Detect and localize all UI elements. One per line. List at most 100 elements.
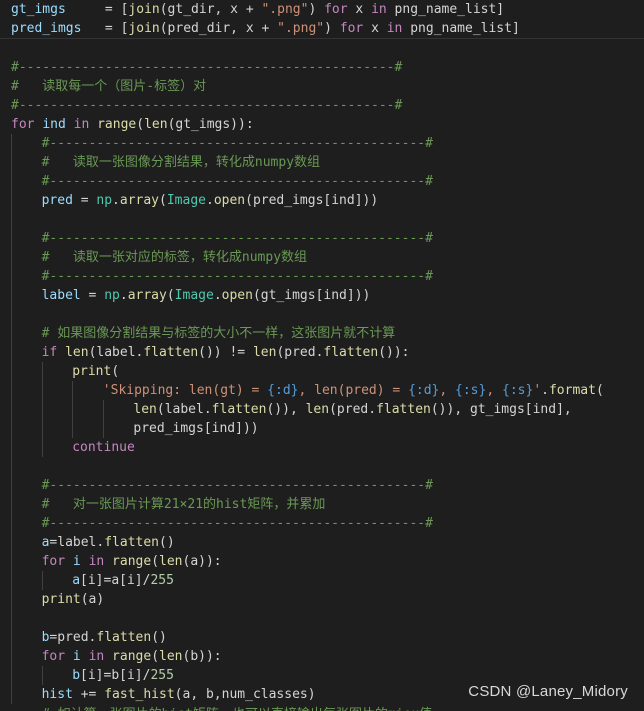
indent-guide: [11, 533, 12, 552]
code-token: print: [41, 592, 81, 607]
code-token: ()) !=: [198, 345, 253, 360]
code-line[interactable]: gt_imgs = [join(gt_dir, x + ".png") for …: [0, 0, 644, 19]
code-token: (a, b,num_classes): [174, 687, 316, 702]
code-line[interactable]: [0, 609, 644, 628]
code-token: .: [119, 288, 128, 303]
code-line[interactable]: for i in range(len(a)):: [0, 552, 644, 571]
code-line[interactable]: 'Skipping: len(gt) = {:d}, len(pred) = {…: [0, 381, 644, 400]
code-line[interactable]: #---------------------------------------…: [0, 267, 644, 286]
code-token: ind: [42, 117, 66, 132]
indent-guide: [11, 210, 12, 229]
code-line[interactable]: [0, 210, 644, 229]
code-token: in: [386, 21, 403, 36]
code-token: for: [324, 2, 348, 17]
code-token: for: [41, 554, 66, 569]
indent-guide: [11, 267, 12, 286]
indent-guide: [11, 153, 12, 172]
code-token: range: [112, 554, 152, 569]
code-line[interactable]: a[i]=a[i]/255: [0, 571, 644, 590]
indent-guide: [41, 666, 43, 685]
code-line[interactable]: [0, 305, 644, 324]
code-token: fast_hist: [104, 687, 175, 702]
code-token: (: [595, 383, 604, 398]
code-token: {:d}: [267, 383, 299, 398]
code-line[interactable]: # 读取每一个（图片-标签）对: [0, 77, 644, 96]
indent-guide: [11, 685, 12, 704]
code-line[interactable]: #---------------------------------------…: [0, 229, 644, 248]
code-line[interactable]: #---------------------------------------…: [0, 58, 644, 77]
code-token: i: [72, 649, 81, 664]
code-token: (: [136, 117, 145, 132]
code-token: ,: [439, 383, 456, 398]
indent-guide: [11, 609, 12, 628]
code-editor[interactable]: gt_imgs = [join(gt_dir, x + ".png") for …: [0, 0, 644, 711]
code-line[interactable]: # 对一张图片计算21×21的hist矩阵，并累加: [0, 495, 644, 514]
code-token: # 读取一张对应的标签，转化成numpy数组: [41, 250, 308, 265]
code-token: 'Skipping: len(gt) =: [102, 383, 268, 398]
code-line[interactable]: # 如果图像分割结果与标签的大小不一样，这张图片就不计算: [0, 324, 644, 343]
code-token: b: [72, 668, 81, 683]
code-line[interactable]: #---------------------------------------…: [0, 134, 644, 153]
code-token: =: [80, 288, 105, 303]
indent-guide: [11, 647, 12, 666]
code-token: (pred.: [329, 402, 377, 417]
code-line[interactable]: #---------------------------------------…: [0, 514, 644, 533]
code-line[interactable]: [0, 457, 644, 476]
code-line[interactable]: #---------------------------------------…: [0, 96, 644, 115]
code-line[interactable]: # 读取一张对应的标签，转化成numpy数组: [0, 248, 644, 267]
code-line[interactable]: a=label.flatten(): [0, 533, 644, 552]
code-line[interactable]: if len(label.flatten()) != len(pred.flat…: [0, 343, 644, 362]
code-line[interactable]: #---------------------------------------…: [0, 476, 644, 495]
code-token: ".png": [277, 21, 325, 36]
code-line[interactable]: #---------------------------------------…: [0, 172, 644, 191]
code-line[interactable]: len(label.flatten()), len(pred.flatten()…: [0, 400, 644, 419]
code-line[interactable]: for ind in range(len(gt_imgs)):: [0, 115, 644, 134]
code-line[interactable]: pred_imgs = [join(pred_dir, x + ".png") …: [0, 19, 644, 39]
indent-guide: [72, 419, 74, 438]
code-token: png_name_list]: [386, 2, 505, 17]
code-token: (a)):: [182, 554, 222, 569]
code-token: (: [111, 364, 120, 379]
code-line[interactable]: for i in range(len(b)):: [0, 647, 644, 666]
code-line[interactable]: print(a): [0, 590, 644, 609]
code-token: = [: [65, 2, 129, 17]
code-line[interactable]: label = np.array(Image.open(gt_imgs[ind]…: [0, 286, 644, 305]
code-token: (gt_imgs)):: [167, 117, 254, 132]
indent-guide: [11, 134, 12, 153]
code-line[interactable]: [0, 39, 644, 58]
cutoff-comment-line: # 如计算一张图片的hist矩阵，也可以直接输出每张图片的miou值: [0, 705, 644, 711]
code-token: range: [112, 649, 152, 664]
code-line[interactable]: continue: [0, 438, 644, 457]
indent-guide: [11, 514, 12, 533]
code-line[interactable]: pred = np.array(Image.open(pred_imgs[ind…: [0, 191, 644, 210]
indent-guide: [11, 305, 12, 324]
code-token: # 读取每一个（图片-标签）对: [11, 79, 207, 94]
code-line[interactable]: print(: [0, 362, 644, 381]
code-token: continue: [72, 440, 135, 455]
code-token: flatten: [211, 402, 267, 417]
indent-guide: [11, 343, 12, 362]
indent-guide: [41, 381, 43, 400]
code-line[interactable]: pred_imgs[ind])): [0, 419, 644, 438]
code-token: if: [41, 345, 58, 360]
indent-guide: [102, 400, 104, 419]
code-token: range: [97, 117, 137, 132]
code-token: (): [159, 535, 175, 550]
code-area[interactable]: gt_imgs = [join(gt_dir, x + ".png") for …: [0, 0, 644, 704]
code-line[interactable]: b=pred.flatten(): [0, 628, 644, 647]
code-token: print: [72, 364, 112, 379]
code-token: #---------------------------------------…: [41, 478, 433, 493]
code-token: (: [151, 649, 160, 664]
code-token: #---------------------------------------…: [41, 269, 433, 284]
code-line[interactable]: # 读取一张图像分割结果，转化成numpy数组: [0, 153, 644, 172]
code-token: (gt_dir, x +: [159, 2, 262, 17]
indent-guide: [41, 362, 43, 381]
indent-guide: [41, 571, 43, 590]
indent-guide: [41, 419, 43, 438]
code-token: Image: [174, 288, 214, 303]
